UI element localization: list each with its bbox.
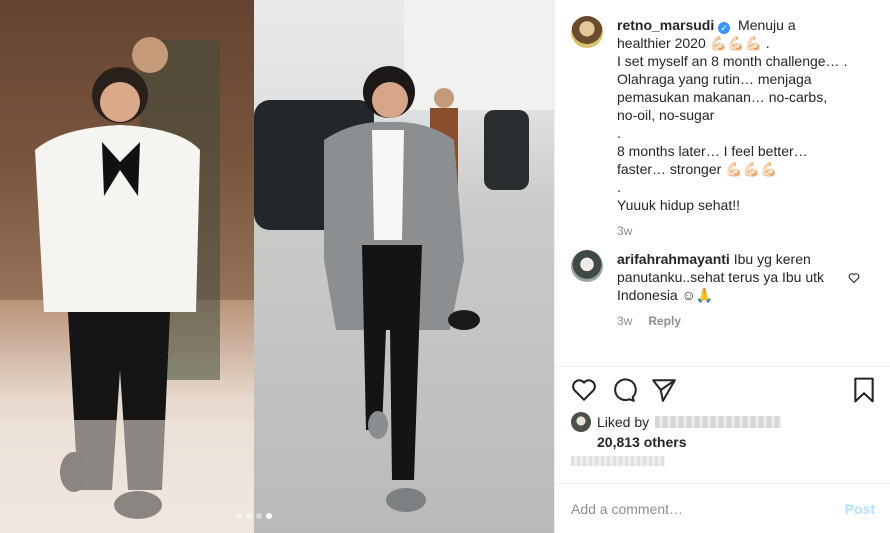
divider (555, 366, 890, 367)
carousel-dot-active (266, 513, 272, 519)
carousel-dot (246, 513, 252, 519)
carousel-dot (256, 513, 262, 519)
comment-username[interactable]: arifahrahmayanti (617, 251, 730, 267)
caption-text: retno_marsudi ✓ Menuju a healthier 2020 … (617, 16, 849, 214)
caption-line: Olahraga yang rutin… menjaga pemasukan m… (617, 71, 828, 123)
add-comment-bar: Post (555, 483, 890, 533)
add-comment-input[interactable] (571, 500, 845, 517)
liker-name-blurred[interactable] (655, 416, 782, 428)
post-side-panel: retno_marsudi ✓ Menuju a healthier 2020 … (554, 0, 890, 533)
caption-line: I set myself an 8 month challenge… . (617, 53, 848, 69)
post-timestamp-blurred[interactable] (571, 456, 665, 466)
photo-right-woman-grey-blazer (254, 0, 554, 533)
photo-left-figure (0, 0, 254, 533)
caption-username[interactable]: retno_marsudi (617, 17, 714, 33)
post-actions (571, 377, 875, 405)
carousel-dot (236, 513, 242, 519)
caption-line: . (617, 179, 621, 195)
avatar[interactable] (571, 250, 603, 282)
avatar[interactable] (571, 16, 603, 48)
caption: retno_marsudi ✓ Menuju a healthier 2020 … (571, 16, 875, 238)
caption-line: Yuuuk hidup sehat!! (617, 197, 740, 213)
verified-badge-icon: ✓ (718, 22, 731, 34)
likes-count[interactable]: 20,813 others (597, 434, 875, 450)
post-media[interactable] (0, 0, 554, 533)
post-comment-button[interactable]: Post (845, 501, 875, 517)
caption-line: . (617, 125, 621, 141)
comment-text: arifahrahmayanti Ibu yg keren panutanku.… (617, 250, 849, 304)
likes-summary: Liked by 20,813 others (571, 412, 875, 450)
caption-line: 8 months later… I feel better… faster… s… (617, 143, 808, 177)
like-heart-icon[interactable] (571, 377, 597, 403)
like-comment-heart-icon[interactable] (848, 272, 860, 284)
carousel-indicator (236, 513, 272, 519)
caption-time[interactable]: 3w (617, 224, 632, 238)
save-bookmark-icon[interactable] (851, 377, 877, 403)
comments-section[interactable]: retno_marsudi ✓ Menuju a healthier 2020 … (555, 0, 890, 366)
share-paper-plane-icon[interactable] (651, 377, 677, 403)
comment-item: arifahrahmayanti Ibu yg keren panutanku.… (571, 250, 875, 328)
reply-button[interactable]: Reply (648, 314, 681, 328)
comment-time[interactable]: 3w (617, 314, 632, 328)
liked-by-label: Liked by (597, 414, 650, 430)
comment-bubble-icon[interactable] (611, 377, 637, 403)
photo-left-woman-white-blouse (0, 0, 254, 533)
photo-right-figure (254, 0, 554, 512)
liker-avatar[interactable] (571, 412, 591, 432)
